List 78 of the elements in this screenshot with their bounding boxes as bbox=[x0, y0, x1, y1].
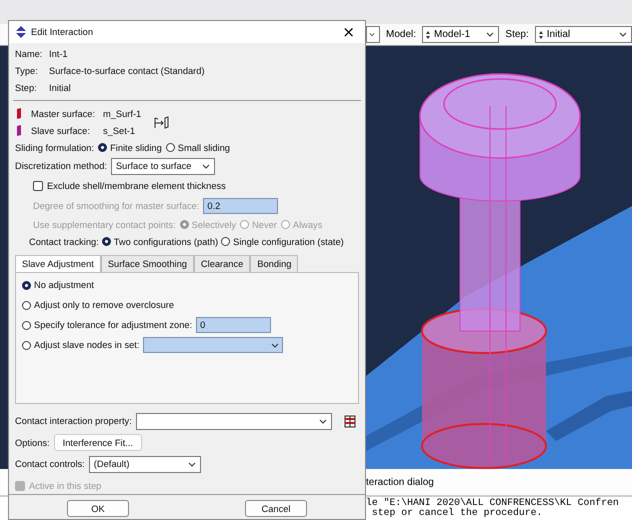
field-label: Use supplementary contact points: bbox=[33, 220, 176, 230]
radio-button[interactable] bbox=[221, 237, 230, 246]
field-value: 0 bbox=[200, 320, 206, 330]
field-label: Step: bbox=[505, 29, 529, 40]
ok-button[interactable]: OK bbox=[67, 500, 129, 517]
chevron-icon bbox=[369, 31, 375, 38]
tab[interactable]: Surface Smoothing bbox=[100, 255, 194, 272]
field-label: Degree of smoothing for master surface: bbox=[33, 201, 200, 211]
field-value: Int-1 bbox=[49, 48, 68, 58]
spinner-icon[interactable] bbox=[425, 30, 432, 40]
radio-button[interactable] bbox=[22, 320, 31, 330]
radio-button[interactable] bbox=[22, 300, 31, 310]
radio-label: Single configuration (state) bbox=[233, 236, 344, 246]
field-label: Contact tracking: bbox=[29, 236, 99, 246]
message-line: step or cancel the procedure. bbox=[370, 508, 544, 518]
step-dropdown[interactable]: Initial bbox=[534, 26, 632, 43]
radio-label: No adjustment bbox=[34, 280, 94, 290]
radio-button[interactable] bbox=[166, 143, 175, 152]
radio-label: Small sliding bbox=[178, 142, 230, 152]
field-label: Master surface: bbox=[31, 108, 96, 118]
radio-label: Always bbox=[292, 220, 322, 230]
spinner-icon[interactable] bbox=[538, 30, 544, 40]
radio-button[interactable] bbox=[98, 143, 108, 152]
radio-button[interactable] bbox=[102, 237, 111, 246]
dropdown-value: Model-1 bbox=[434, 29, 470, 40]
app-icon bbox=[15, 26, 27, 38]
close-button[interactable]: × bbox=[338, 23, 359, 41]
tab[interactable]: Clearance bbox=[194, 255, 250, 272]
model-dropdown[interactable]: Model-1 bbox=[422, 26, 500, 43]
message-line: le "E:\HANI 2020\ALL CONFRENCESS\KL Confren bbox=[366, 498, 620, 508]
controls-dropdown[interactable]: (Default) bbox=[88, 456, 201, 472]
checkbox-label: Active in this step bbox=[29, 480, 102, 490]
prompt-text: teraction dialog bbox=[366, 476, 434, 488]
dropdown-value: (Default) bbox=[94, 459, 130, 469]
dropdown-value: Initial bbox=[546, 29, 570, 40]
radio-label: Adjust only to remove overclosure bbox=[34, 300, 174, 310]
radio-label: Adjust slave nodes in set: bbox=[34, 340, 140, 350]
field-label: Contact interaction property: bbox=[15, 416, 132, 426]
radio-label: Two configurations (path) bbox=[114, 236, 218, 246]
tab[interactable]: Slave Adjustment bbox=[15, 255, 101, 272]
window-title: Edit Interaction bbox=[31, 27, 94, 37]
tab[interactable]: Bonding bbox=[250, 255, 298, 272]
radio-label: Specify tolerance for adjustment zone: bbox=[34, 320, 192, 330]
field-label: Options: bbox=[15, 438, 50, 448]
radio-button[interactable] bbox=[22, 280, 31, 290]
chevron-icon bbox=[188, 460, 196, 468]
chevron-icon bbox=[618, 31, 627, 38]
radio-label: Finite sliding bbox=[110, 142, 162, 152]
field-label: Model: bbox=[386, 29, 416, 40]
radio-label: Selectively bbox=[192, 220, 236, 230]
field-label: Name: bbox=[15, 48, 41, 58]
checkbox-label: Exclude shell/membrane element thickness bbox=[47, 181, 226, 191]
field-label: Type: bbox=[15, 66, 39, 76]
chevron-icon bbox=[318, 418, 327, 424]
create-property-icon[interactable] bbox=[344, 414, 356, 428]
field-label: Step: bbox=[15, 82, 38, 92]
radio-label: Never bbox=[252, 220, 277, 230]
tolerance-field[interactable]: 0 bbox=[196, 317, 272, 333]
chevron-icon bbox=[271, 342, 280, 348]
radio-button[interactable] bbox=[22, 340, 31, 350]
field-label: Contact controls: bbox=[15, 459, 85, 469]
field-value: Surface-to-surface contact (Standard) bbox=[49, 66, 205, 76]
chevron-icon bbox=[486, 31, 494, 38]
field-label: Sliding formulation: bbox=[15, 142, 94, 152]
swap-icon[interactable] bbox=[153, 114, 170, 130]
field-value: m_Surf-1 bbox=[103, 108, 142, 118]
cancel-button[interactable]: Cancel bbox=[245, 500, 307, 517]
field-value: Initial bbox=[49, 82, 71, 92]
field-value: 0.2 bbox=[207, 201, 220, 211]
dropdown-value: Surface to surface bbox=[116, 161, 192, 171]
property-dropdown[interactable] bbox=[136, 412, 332, 430]
field-label: Discretization method: bbox=[15, 161, 107, 171]
field-value: s_Set-1 bbox=[103, 126, 136, 136]
method-dropdown[interactable]: Surface to surface bbox=[110, 158, 215, 174]
field-label: Slave surface: bbox=[31, 126, 91, 136]
chevron-icon bbox=[202, 162, 210, 170]
dropdown[interactable] bbox=[366, 26, 380, 43]
checkbox[interactable] bbox=[33, 181, 43, 191]
